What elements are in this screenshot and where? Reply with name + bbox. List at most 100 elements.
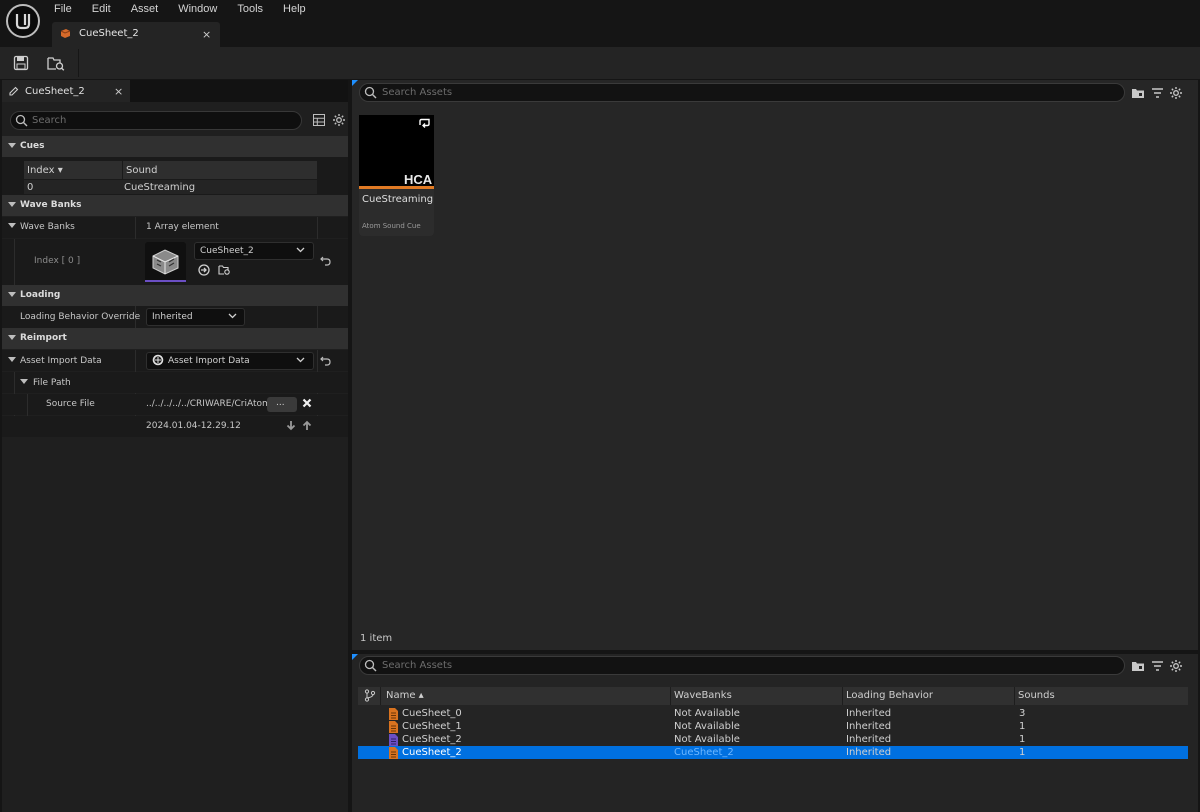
row-name: CueSheet_2 xyxy=(402,734,462,745)
reset-to-default-icon[interactable] xyxy=(320,256,331,266)
expand-arrow-icon[interactable] xyxy=(20,379,28,385)
expand-arrow-icon[interactable] xyxy=(8,202,16,208)
table-row[interactable] xyxy=(358,720,1188,733)
source-control-branch-icon[interactable] xyxy=(364,689,376,702)
edit-pencil-icon xyxy=(8,86,19,97)
arrow-up-icon[interactable] xyxy=(302,420,312,431)
expand-arrow-icon[interactable] xyxy=(8,335,16,341)
menu-asset[interactable]: Asset xyxy=(121,0,169,20)
expand-arrow-icon[interactable] xyxy=(8,223,16,229)
row-loading-behavior: Inherited xyxy=(846,734,892,745)
row-loading-behavior: Inherited xyxy=(846,747,892,758)
wave-bank-asset-icon xyxy=(149,246,181,276)
clear-x-icon[interactable] xyxy=(302,398,312,408)
wave-banks-count: 1 Array element xyxy=(146,222,219,232)
column-name[interactable]: Name ▴ xyxy=(386,690,424,701)
wave-bank-file-icon xyxy=(389,734,398,746)
expand-arrow-icon[interactable] xyxy=(8,357,16,363)
reset-to-default-icon[interactable] xyxy=(320,356,331,366)
indent-guide xyxy=(14,239,15,285)
list-header xyxy=(358,687,1188,705)
expand-arrow-icon[interactable] xyxy=(8,292,16,298)
details-tab-label: CueSheet_2 xyxy=(25,86,85,97)
chevron-down-icon xyxy=(296,247,305,253)
row-sounds: 1 xyxy=(1019,747,1026,758)
row-wavebanks: Not Available xyxy=(674,708,740,719)
panel-corner-marker xyxy=(352,654,358,660)
wave-bank-asset-value: CueSheet_2 xyxy=(200,246,254,256)
browse-to-asset-icon[interactable] xyxy=(47,55,65,71)
table-row[interactable] xyxy=(358,733,1188,746)
menu-file[interactable]: File xyxy=(44,0,82,20)
row-loading-behavior: Inherited xyxy=(846,721,892,732)
chevron-down-icon xyxy=(296,357,305,363)
browse-asset-icon[interactable] xyxy=(218,264,231,276)
source-file-label: Source File xyxy=(46,399,95,409)
menu-edit[interactable]: Edit xyxy=(82,0,121,20)
menu-help[interactable]: Help xyxy=(273,0,316,20)
list-search-input[interactable] xyxy=(359,656,1125,675)
cue-sound: CueStreaming xyxy=(124,182,196,193)
loading-behavior-value: Inherited xyxy=(152,312,193,322)
expand-arrow-icon[interactable] xyxy=(8,143,16,149)
filter-icon[interactable] xyxy=(1151,660,1164,672)
cue-sheet-file-icon xyxy=(389,721,398,733)
asset-import-data-label: Asset Import Data xyxy=(20,356,102,366)
folder-view-icon[interactable] xyxy=(1131,87,1145,99)
details-tab-close-icon[interactable]: × xyxy=(114,85,123,98)
asset-search-input[interactable] xyxy=(359,83,1125,102)
arrow-down-icon[interactable] xyxy=(286,420,296,431)
list-search-placeholder: Search Assets xyxy=(382,660,453,671)
cues-column-index-label: Index ▾ xyxy=(27,165,63,176)
asset-badge-hca: HCA xyxy=(404,172,433,187)
save-icon[interactable] xyxy=(13,55,29,71)
category-reimport-label: Reimport xyxy=(20,333,67,343)
use-selected-asset-icon[interactable] xyxy=(198,264,210,276)
chevron-down-icon xyxy=(228,313,237,319)
cue-sheet-file-icon xyxy=(389,708,398,720)
row-sounds: 1 xyxy=(1019,734,1026,745)
settings-gear-icon[interactable] xyxy=(1169,86,1183,100)
toolbar xyxy=(0,47,1200,79)
streaming-loop-icon xyxy=(418,118,431,129)
menu-window[interactable]: Window xyxy=(168,0,227,20)
wave-banks-label: Wave Banks xyxy=(20,222,75,232)
loading-behavior-label: Loading Behavior Override xyxy=(20,312,141,322)
panel-corner-marker xyxy=(352,80,358,86)
column-sounds[interactable]: Sounds xyxy=(1018,690,1055,701)
filter-icon[interactable] xyxy=(1151,87,1164,99)
row-name: CueSheet_1 xyxy=(402,721,462,732)
toolbar-divider xyxy=(78,49,79,77)
category-cues[interactable] xyxy=(2,136,348,157)
property-matrix-icon[interactable] xyxy=(313,114,325,126)
table-row-selected[interactable] xyxy=(358,746,1188,759)
import-timestamp: 2024.01.04-12.29.12 xyxy=(146,421,241,431)
document-tab-label: CueSheet_2 xyxy=(79,28,139,39)
row-wavebanks: Not Available xyxy=(674,721,740,732)
menu-tools[interactable]: Tools xyxy=(227,0,273,20)
asset-browser-panel xyxy=(352,80,1198,650)
column-loading-behavior[interactable]: Loading Behavior xyxy=(846,690,933,701)
asset-tile-type: Atom Sound Cue xyxy=(362,222,421,230)
menu-bar: File Edit Asset Window Tools Help xyxy=(44,0,316,20)
row-loading-behavior: Inherited xyxy=(846,708,892,719)
browse-file-button-label: ... xyxy=(276,398,285,408)
folder-view-icon[interactable] xyxy=(1131,660,1145,672)
cue-sheet-icon xyxy=(60,28,71,39)
item-count: 1 item xyxy=(360,633,393,644)
asset-import-data-value: Asset Import Data xyxy=(168,356,250,366)
search-icon xyxy=(15,114,28,127)
source-file-path: ../../../../../CRIWARE/CriAtom xyxy=(146,399,271,409)
asset-tile-name: CueStreaming xyxy=(362,194,434,205)
settings-gear-icon[interactable] xyxy=(1169,659,1183,673)
settings-gear-icon[interactable] xyxy=(332,113,346,127)
row-sounds: 3 xyxy=(1019,708,1026,719)
column-wavebanks[interactable]: WaveBanks xyxy=(674,690,732,701)
column-divider xyxy=(317,306,318,328)
unreal-logo-icon[interactable] xyxy=(6,4,40,38)
table-row[interactable] xyxy=(358,707,1188,720)
document-tab-close-icon[interactable]: × xyxy=(202,28,211,41)
row-sounds: 1 xyxy=(1019,721,1026,732)
row-name: CueSheet_2 xyxy=(402,747,462,758)
wave-bank-type-underline xyxy=(145,280,186,282)
